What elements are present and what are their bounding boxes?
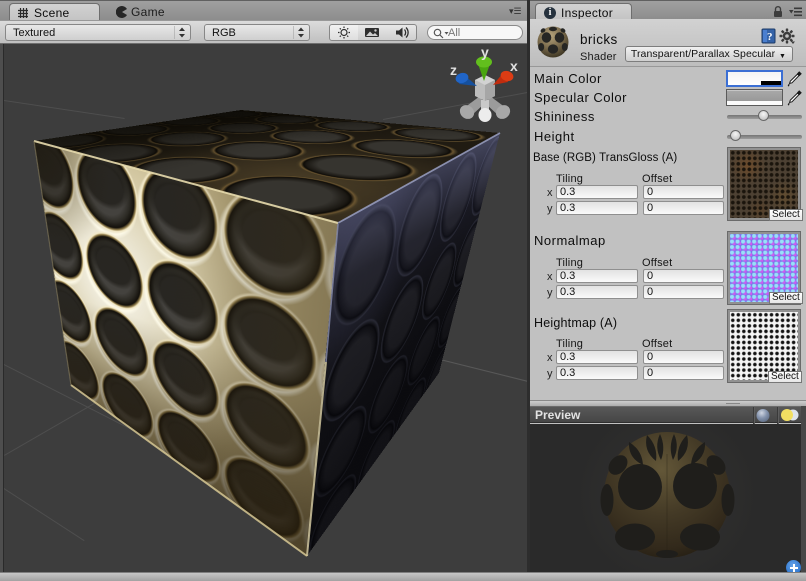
svg-text:y: y xyxy=(481,44,489,60)
svg-text:z: z xyxy=(450,62,457,78)
svg-text:?: ? xyxy=(767,31,773,43)
svg-text:x: x xyxy=(510,58,518,74)
